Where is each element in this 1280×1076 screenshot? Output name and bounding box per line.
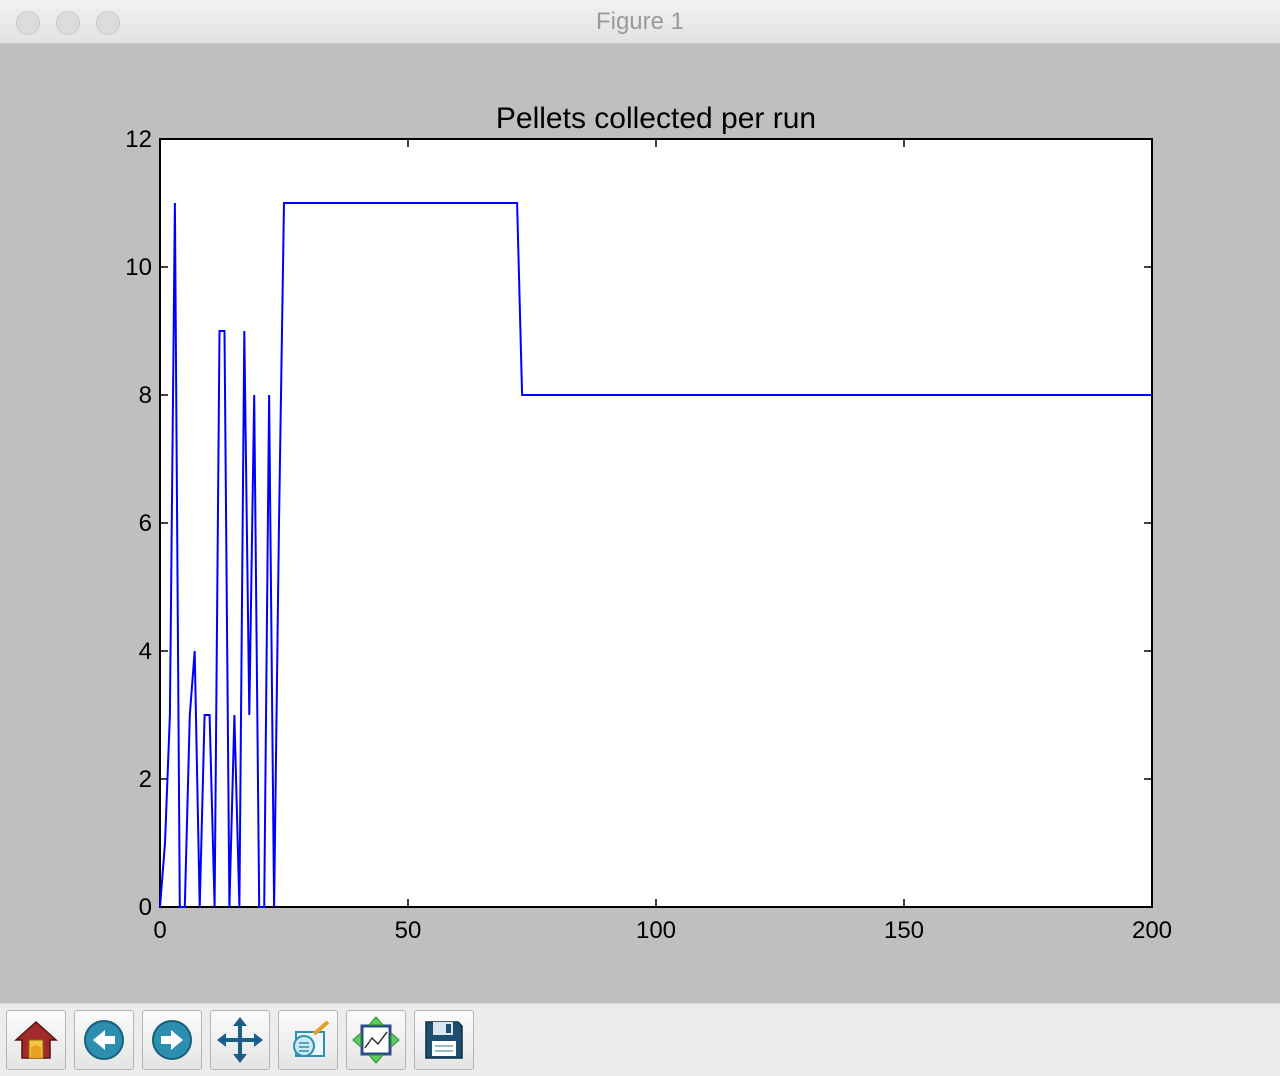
home-icon <box>14 1020 58 1059</box>
y-tick-label: 8 <box>139 382 152 409</box>
y-tick-label: 2 <box>139 766 152 793</box>
zoom-button[interactable] <box>278 1010 338 1070</box>
back-button[interactable] <box>74 1010 134 1070</box>
subplots-button[interactable] <box>346 1010 406 1070</box>
navigation-toolbar <box>0 1003 1280 1076</box>
window-title: Figure 1 <box>595 8 685 35</box>
x-tick-label: 50 <box>395 917 422 944</box>
y-tick-label: 6 <box>139 510 152 537</box>
plot-area <box>159 138 1153 908</box>
x-tick-label: 0 <box>153 917 166 944</box>
floppy-disk-icon <box>425 1021 463 1059</box>
forward-button[interactable] <box>142 1010 202 1070</box>
pan-button[interactable] <box>210 1010 270 1070</box>
zoom-rect-icon <box>293 1020 330 1057</box>
y-tick-label: 12 <box>125 126 152 153</box>
chart-title: Pellets collected per run <box>496 102 816 135</box>
save-button[interactable] <box>414 1010 474 1070</box>
y-tick-label: 0 <box>139 894 152 921</box>
y-tick-label: 4 <box>139 638 152 665</box>
subplots-config-icon <box>352 1016 400 1064</box>
x-tick-label: 150 <box>884 917 924 944</box>
line-chart: Pellets collected per run 0 50 100 150 200 0 2… <box>125 102 1172 944</box>
home-button[interactable] <box>6 1010 66 1070</box>
x-tick-label: 100 <box>636 917 676 944</box>
window-titlebar: Figure 1 <box>0 0 1280 44</box>
move-arrows-icon <box>217 1017 263 1063</box>
back-arrow-icon <box>84 1020 124 1060</box>
forward-arrow-icon <box>152 1020 192 1060</box>
x-tick-label: 200 <box>1132 917 1172 944</box>
y-tick-label: 10 <box>125 254 152 281</box>
